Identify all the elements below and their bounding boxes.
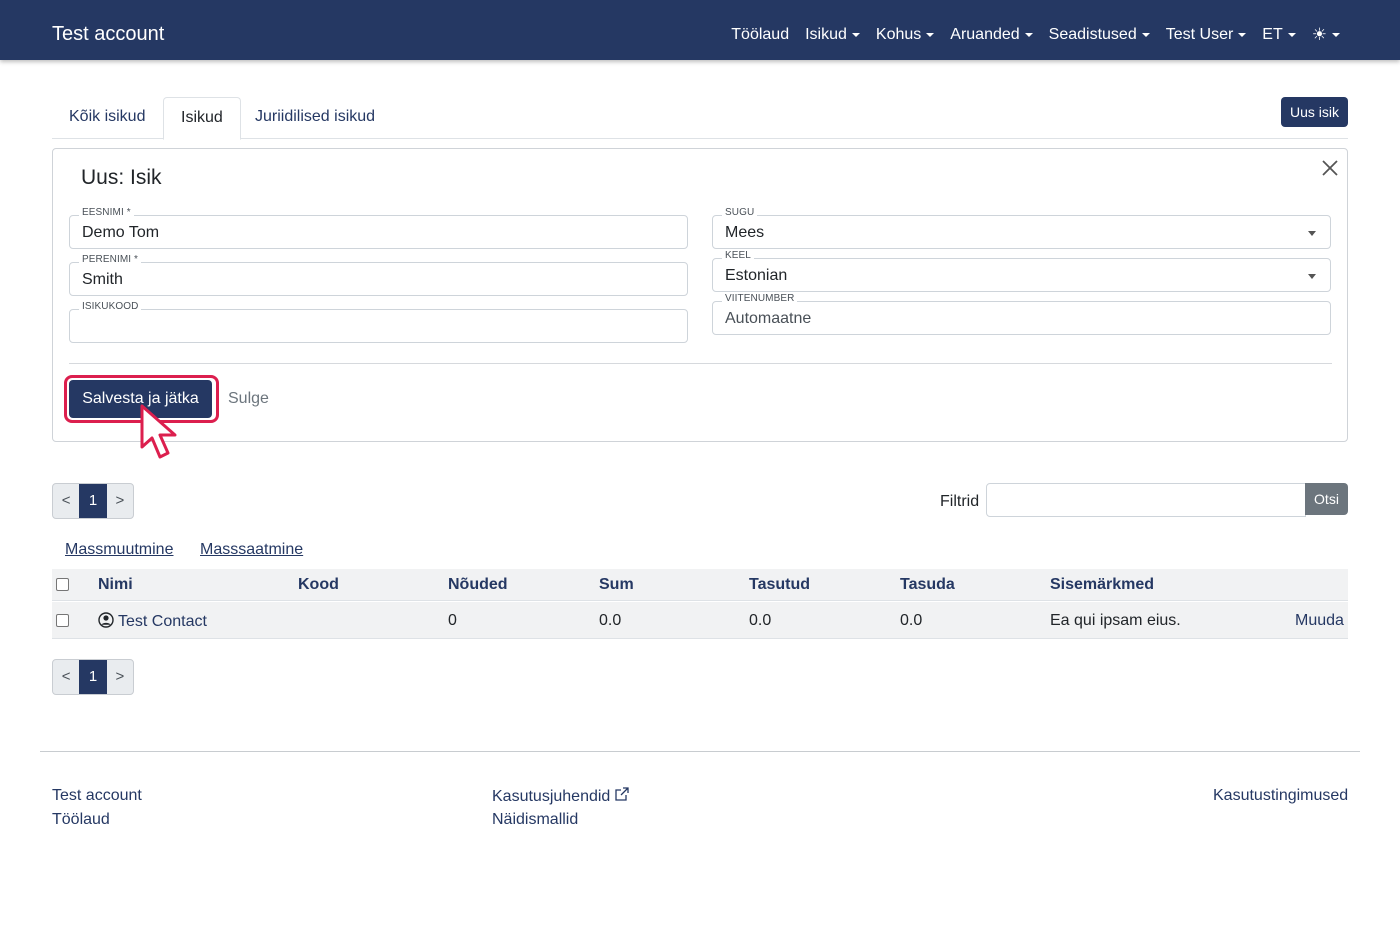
contact-name-link[interactable]: Test Contact [98, 612, 207, 631]
caret-down-icon [851, 33, 860, 37]
new-person-form-card: Uus: Isik EESNIMI * Demo Tom PERENIMI * … [52, 148, 1348, 459]
cell-paid: 0.0 [749, 612, 772, 629]
tab-legal-persons[interactable]: Juriidilised isikud [238, 97, 392, 139]
person-type-tabs: Kõik isikud Isikud Juriidilised isikud [52, 97, 1348, 140]
nav-item-language[interactable]: ET [1262, 24, 1296, 46]
close-form-button[interactable]: Sulge [228, 389, 269, 409]
language-value: Estonian [725, 267, 788, 284]
column-header-sum[interactable]: Sum [599, 576, 634, 594]
contact-name: Test Contact [118, 613, 207, 630]
pointer-cursor-icon [140, 404, 177, 459]
cell-due: 0.0 [900, 612, 923, 629]
caret-down-icon [1287, 33, 1296, 37]
tab-all-persons[interactable]: Kõik isikud [52, 97, 162, 139]
nav-item-aruanded[interactable]: Aruanded [950, 24, 1033, 46]
mass-send-link[interactable]: Masssaatmine [200, 540, 303, 560]
column-header-due[interactable]: Tasuda [900, 576, 955, 594]
first-name-value: Demo Tom [82, 224, 160, 241]
footer-link-dashboard[interactable]: Töölaud [52, 810, 110, 830]
nav-item-label: Aruanded [950, 26, 1020, 43]
sun-icon: ☀ [1311, 25, 1327, 44]
prev-page-button[interactable]: < [53, 484, 79, 518]
caret-down-icon [1332, 33, 1340, 37]
column-header-code[interactable]: Kood [298, 576, 339, 594]
person-circle-icon [98, 612, 114, 628]
cell-claims: 0 [448, 612, 457, 629]
column-header-notes[interactable]: Sisemärkmed [1050, 576, 1154, 594]
filter-input[interactable] [986, 483, 1306, 517]
column-header-claims[interactable]: Nõuded [448, 576, 508, 594]
top-navbar: Test account Töölaud Isikud Kohus Aruand… [0, 0, 1400, 60]
nav-item-isikud[interactable]: Isikud [805, 24, 860, 46]
new-person-button[interactable]: Uus isik [1281, 97, 1348, 127]
last-name-label: PERENIMI * [79, 254, 142, 266]
nav-item-label: Test User [1165, 26, 1234, 43]
caret-down-icon [926, 33, 935, 37]
language-label: KEEL [722, 250, 754, 262]
row-checkbox[interactable] [56, 614, 69, 627]
select-caret-icon [1308, 274, 1316, 279]
first-name-field[interactable]: EESNIMI * Demo Tom [69, 207, 688, 249]
language-select[interactable]: KEEL Estonian [712, 250, 1331, 292]
next-page-button[interactable]: > [107, 484, 133, 518]
external-link-icon [615, 787, 629, 801]
pagination-bottom: < 1 > [52, 659, 134, 695]
column-header-name[interactable]: Nimi [98, 576, 133, 594]
last-name-field[interactable]: PERENIMI * Smith [69, 254, 688, 296]
nav-item-user[interactable]: Test User [1166, 24, 1247, 46]
gender-value: Mees [725, 224, 765, 241]
nav-item-label: Isikud [805, 26, 847, 43]
first-name-label: EESNIMI * [79, 207, 134, 219]
pagination-top: < 1 > [52, 483, 134, 519]
footer-link-account[interactable]: Test account [52, 786, 142, 806]
close-icon[interactable] [1321, 159, 1339, 177]
form-title: Uus: Isik [81, 166, 162, 189]
gender-select[interactable]: SUGU Mees [712, 207, 1331, 249]
reference-number-placeholder: Automaatne [725, 310, 812, 327]
filter-label: Filtrid [940, 493, 980, 510]
current-page-button[interactable]: 1 [79, 660, 107, 694]
brand-title[interactable]: Test account [52, 22, 164, 46]
id-code-field[interactable]: ISIKUKOOD [69, 301, 688, 343]
nav-item-label: Töölaud [731, 26, 790, 43]
reference-number-field[interactable]: VIITENUMBER Automaatne [712, 293, 1331, 335]
caret-down-icon [1024, 33, 1033, 37]
nav-item-toolaud[interactable]: Töölaud [731, 24, 789, 46]
nav-item-theme[interactable]: ☀ [1312, 25, 1340, 45]
footer-link-templates[interactable]: Näidismallid [492, 810, 578, 830]
nav-item-kohus[interactable]: Kohus [875, 24, 935, 46]
mass-edit-link[interactable]: Massmuutmine [65, 540, 173, 560]
table-row: Test Contact 0 0.0 0.0 0.0 Ea qui ipsam … [52, 602, 1348, 639]
last-name-value: Smith [82, 271, 123, 288]
caret-down-icon [1238, 33, 1247, 37]
id-code-label: ISIKUKOOD [79, 301, 142, 313]
cell-sum: 0.0 [599, 612, 622, 629]
table-header: Nimi Kood Nõuded Sum Tasutud Tasuda Sise… [52, 569, 1348, 601]
select-caret-icon [1308, 231, 1316, 236]
prev-page-button[interactable]: < [53, 660, 79, 694]
footer-divider [40, 751, 1360, 752]
nav-item-seadistused[interactable]: Seadistused [1049, 24, 1150, 46]
footer-link-user-guides-label: Kasutusjuhendid [492, 788, 611, 805]
column-header-paid[interactable]: Tasutud [749, 576, 810, 594]
gender-label: SUGU [722, 207, 758, 219]
nav-menu: Töölaud Isikud Kohus Aruanded Seadistuse… [731, 24, 1340, 46]
nav-item-label: ET [1262, 26, 1283, 43]
cell-notes: Ea qui ipsam eius. [1050, 612, 1181, 629]
footer-link-terms[interactable]: Kasutustingimused [1213, 786, 1348, 806]
reference-number-label: VIITENUMBER [722, 293, 798, 305]
edit-link[interactable]: Muuda [1295, 612, 1344, 630]
next-page-button[interactable]: > [107, 660, 133, 694]
footer-link-user-guides[interactable]: Kasutusjuhendid [492, 786, 630, 807]
select-all-checkbox[interactable] [56, 578, 69, 591]
tab-persons[interactable]: Isikud [163, 97, 241, 140]
form-divider [69, 363, 1332, 364]
caret-down-icon [1141, 33, 1150, 37]
nav-item-label: Seadistused [1048, 26, 1137, 43]
nav-item-label: Kohus [875, 26, 922, 43]
current-page-button[interactable]: 1 [79, 484, 107, 518]
search-button[interactable]: Otsi [1305, 483, 1348, 515]
